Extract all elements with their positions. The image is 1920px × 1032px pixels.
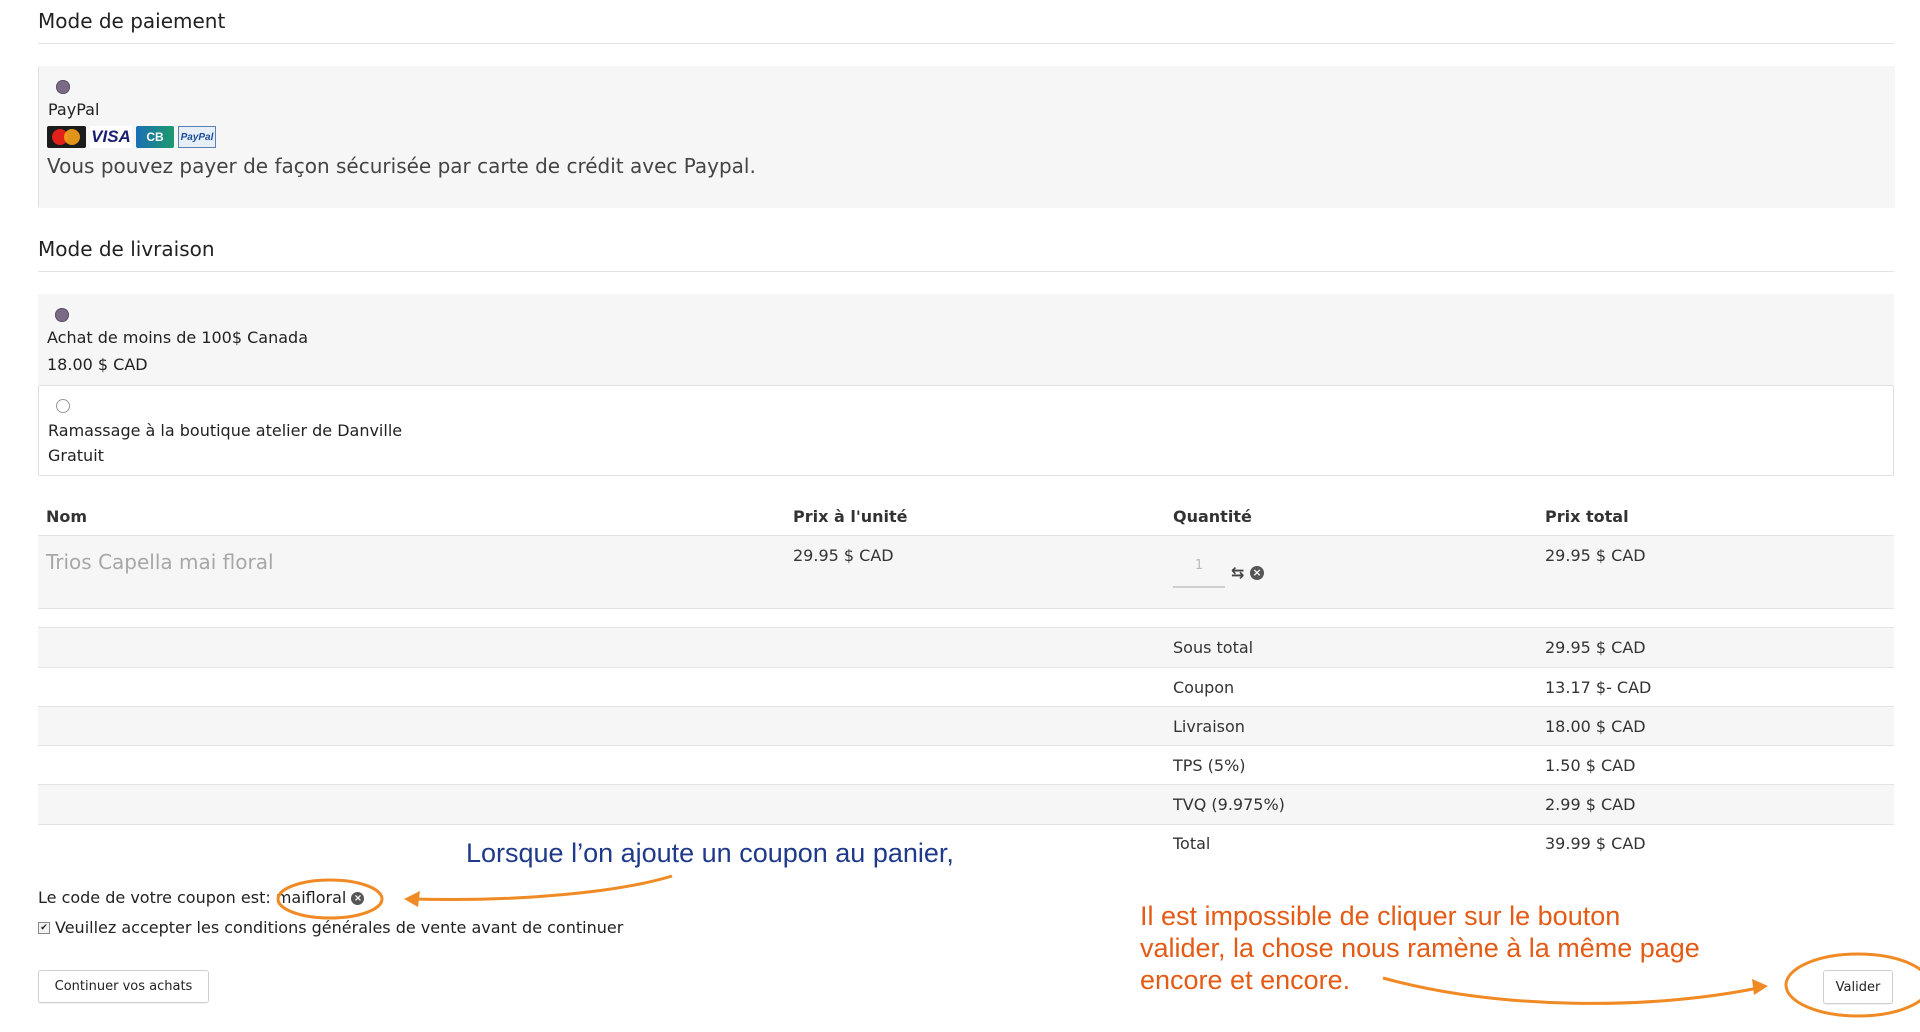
coupon-code: maifloral	[275, 888, 347, 907]
shipping-section-title: Mode de livraison	[38, 237, 215, 261]
summary-label: TVQ (9.975%)	[1173, 795, 1285, 814]
remove-item-icon[interactable]: ×	[1250, 566, 1264, 580]
coupon-prefix: Le code de votre coupon est:	[38, 888, 271, 907]
shipping-option-2-price: Gratuit	[48, 446, 104, 465]
col-header-total: Prix total	[1545, 507, 1629, 526]
validate-annotation-line: valider, la chose nous ramène à la même …	[1140, 933, 1700, 963]
summary-value: 18.00 $ CAD	[1545, 717, 1646, 736]
shipping-radio-2[interactable]	[56, 399, 70, 413]
summary-label: Coupon	[1173, 678, 1235, 697]
terms-checkbox[interactable]: ✔	[38, 921, 50, 934]
paypal-radio[interactable]	[56, 80, 70, 94]
validate-annotation: Il est impossible de cliquer sur le bout…	[1140, 900, 1700, 996]
cart-item-row: Trios Capella mai floral 29.95 $ CAD 1 ⇆…	[38, 536, 1894, 609]
payment-section-title: Mode de paiement	[38, 9, 226, 33]
summary-value: 13.17 $- CAD	[1545, 678, 1652, 697]
validate-annotation-line: Il est impossible de cliquer sur le bout…	[1140, 901, 1621, 931]
quantity-value: 1	[1194, 558, 1204, 573]
terms-label: Veuillez accepter les conditions général…	[55, 918, 624, 937]
shipping-option-2[interactable]: Ramassage à la boutique atelier de Danvi…	[38, 385, 1894, 476]
remove-coupon-icon[interactable]: ×	[351, 892, 365, 905]
col-header-name: Nom	[46, 507, 88, 526]
coupon-arrowhead	[404, 891, 420, 907]
paypal-label: PayPal	[48, 100, 100, 119]
visa-icon: VISA	[90, 126, 132, 148]
coupon-line: Le code de votre coupon est: maifloral ×	[38, 888, 365, 907]
summary-value: 2.99 $ CAD	[1545, 795, 1636, 814]
validate-arrowhead	[1752, 979, 1768, 995]
summary-row-total: Total 39.99 $ CAD	[38, 824, 1894, 863]
summary-row: Sous total 29.95 $ CAD	[38, 627, 1894, 667]
col-header-unit-price: Prix à l'unité	[793, 507, 908, 526]
summary-row: Livraison 18.00 $ CAD	[38, 706, 1894, 746]
coupon-annotation: Lorsque l’on ajoute un coupon au panier,	[466, 838, 954, 868]
summary-row: Coupon 13.17 $- CAD	[38, 667, 1894, 707]
shipping-option-1-label: Achat de moins de 100$ Canada	[47, 328, 309, 347]
paypal-card-icon: PayPal	[178, 126, 216, 148]
summary-label: Livraison	[1173, 717, 1245, 736]
shipping-option-1-price: 18.00 $ CAD	[47, 355, 148, 374]
shipping-option-1[interactable]: Achat de moins de 100$ Canada 18.00 $ CA…	[38, 294, 1894, 385]
card-logos: VISA CB PayPal	[47, 126, 216, 148]
item-name-link[interactable]: Trios Capella mai floral	[46, 550, 274, 574]
paypal-description: Vous pouvez payer de façon sécurisée par…	[47, 154, 756, 178]
shipping-option-2-label: Ramassage à la boutique atelier de Danvi…	[48, 421, 403, 440]
payment-option-card[interactable]: PayPal VISA CB PayPal Vous pouvez payer …	[38, 66, 1895, 208]
divider	[38, 271, 1894, 272]
summary-row: TVQ (9.975%) 2.99 $ CAD	[38, 784, 1894, 825]
summary-value: 1.50 $ CAD	[1545, 756, 1636, 775]
shipping-radio-1[interactable]	[55, 308, 69, 322]
summary-label: Sous total	[1173, 638, 1254, 657]
summary-value: 39.99 $ CAD	[1545, 834, 1646, 853]
item-unit-price: 29.95 $ CAD	[793, 546, 894, 565]
validate-button[interactable]: Valider	[1823, 970, 1893, 1004]
quantity-input[interactable]: 1	[1173, 554, 1225, 588]
refresh-icon[interactable]: ⇆	[1231, 565, 1244, 581]
coupon-arrow	[411, 874, 673, 902]
summary-label: Total	[1173, 834, 1211, 853]
summary-row: TPS (5%) 1.50 $ CAD	[38, 745, 1894, 785]
summary-label: TPS (5%)	[1173, 756, 1246, 775]
col-header-quantity: Quantité	[1173, 507, 1252, 526]
cb-icon: CB	[136, 126, 174, 148]
divider	[38, 43, 1894, 44]
mastercard-icon	[47, 126, 86, 148]
continue-shopping-button[interactable]: Continuer vos achats	[38, 970, 209, 1003]
terms-row: ✔ Veuillez accepter les conditions génér…	[38, 918, 623, 937]
validate-annotation-line: encore et encore.	[1140, 965, 1351, 995]
summary-value: 29.95 $ CAD	[1545, 638, 1646, 657]
item-total: 29.95 $ CAD	[1545, 546, 1646, 565]
